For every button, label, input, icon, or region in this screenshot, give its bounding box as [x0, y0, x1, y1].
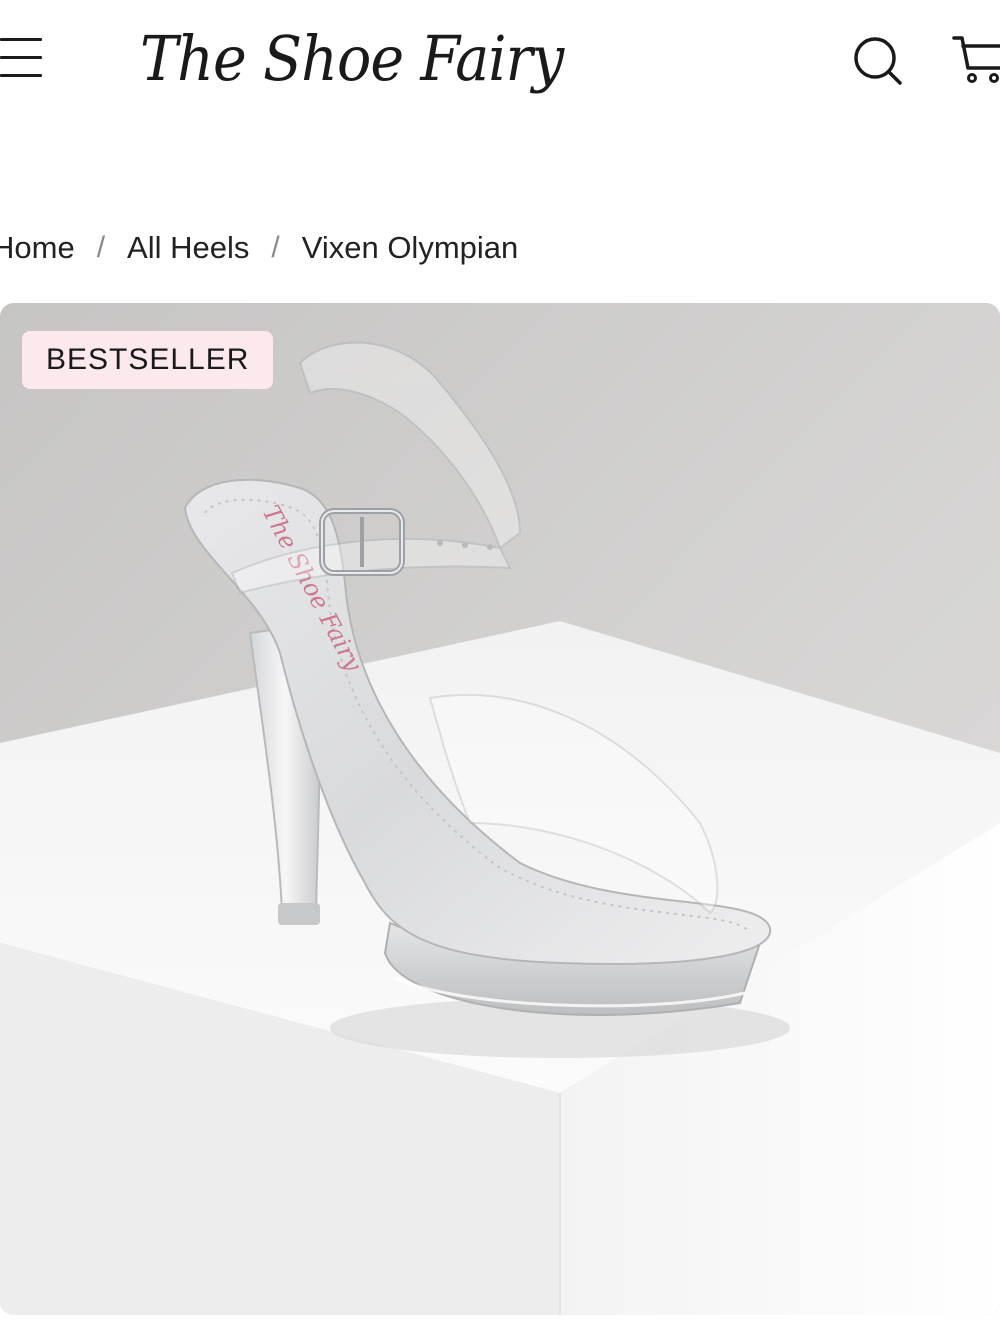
clear-heel-sandal-image: The Shoe Fairy: [0, 303, 1000, 1315]
shopping-cart-icon[interactable]: [950, 32, 1000, 88]
breadcrumb-separator: /: [96, 231, 106, 264]
breadcrumb-all-heels[interactable]: All Heels: [127, 230, 249, 266]
bestseller-badge: BESTSELLER: [22, 331, 274, 389]
breadcrumb-separator: /: [271, 231, 280, 264]
breadcrumb-home[interactable]: Home: [0, 230, 75, 266]
breadcrumb-current: Vixen Olympian: [301, 230, 519, 265]
product-image[interactable]: The Shoe Fairy: [0, 303, 1000, 1315]
site-header: The Shoe Fairy: [0, 0, 1000, 130]
logo-text: The Shoe Fairy: [140, 22, 564, 95]
breadcrumb: Home / All Heels / Vixen Olympian: [0, 226, 518, 270]
product-page: The Shoe Fairy Home / All Heels / Vixen …: [0, 0, 1000, 1333]
hamburger-menu-icon[interactable]: [0, 38, 44, 80]
search-icon[interactable]: [850, 34, 904, 88]
site-logo[interactable]: The Shoe Fairy: [140, 8, 640, 118]
